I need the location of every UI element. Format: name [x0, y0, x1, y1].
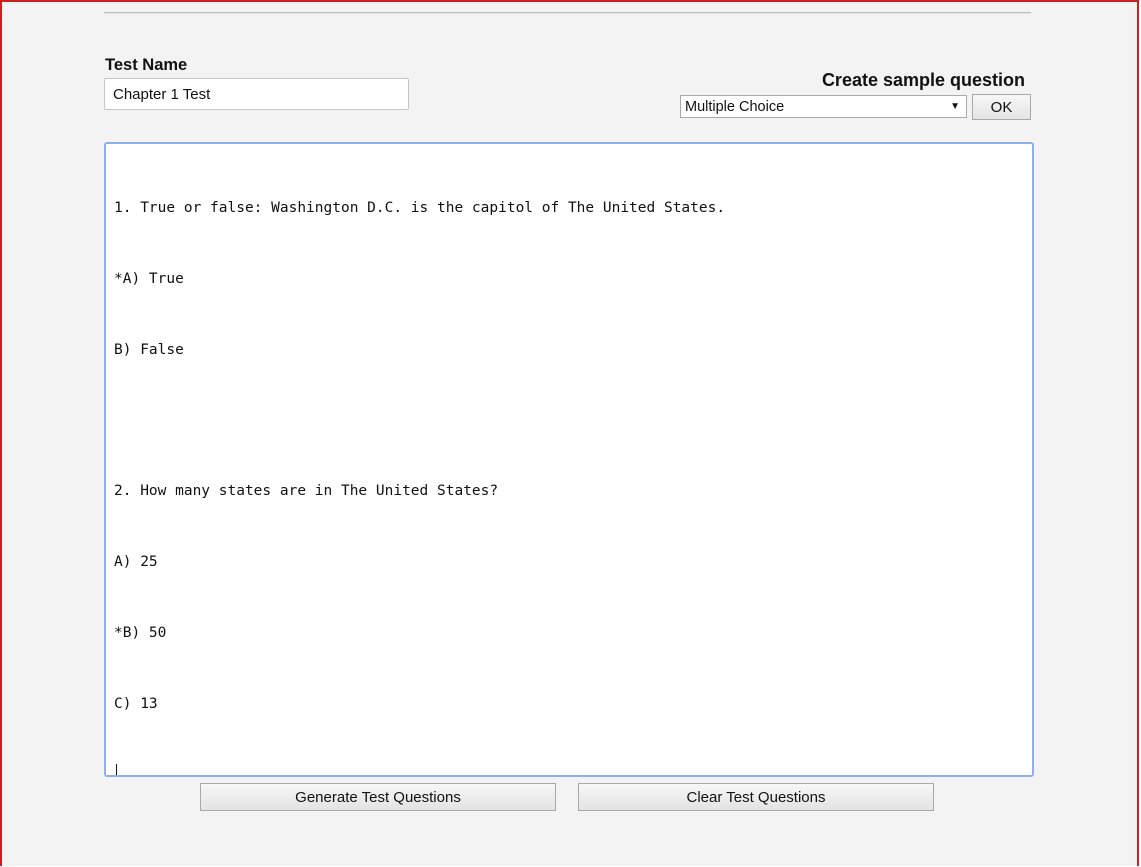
generate-test-questions-button[interactable]: Generate Test Questions: [200, 783, 556, 811]
top-divider: [104, 12, 1031, 14]
editor-line: *B) 50: [114, 624, 167, 641]
editor-line: B) False: [114, 341, 184, 358]
test-name-input[interactable]: [104, 78, 409, 110]
editor-line: 2. How many states are in The United Sta…: [114, 483, 499, 500]
editor-line: A) 25: [114, 554, 158, 571]
question-type-select[interactable]: Multiple Choice ▼: [680, 95, 967, 118]
editor-line: 1. True or false: Washington D.C. is the…: [114, 200, 726, 217]
clear-test-questions-button[interactable]: Clear Test Questions: [578, 783, 934, 811]
questions-textarea[interactable]: 1. True or false: Washington D.C. is the…: [104, 142, 1034, 777]
text-cursor: [116, 764, 117, 775]
test-name-label: Test Name: [105, 56, 188, 74]
page-frame: Test Name Create sample question Multipl…: [0, 0, 1139, 866]
editor-line: C) 13: [114, 695, 158, 712]
create-sample-question-label: Create sample question: [821, 70, 1025, 90]
editor-line: *A) True: [114, 270, 184, 287]
question-type-selected-value: Multiple Choice: [685, 98, 785, 115]
text-cursor-line: [114, 763, 1024, 775]
chevron-down-icon: ▼: [950, 101, 960, 112]
ok-button[interactable]: OK: [972, 94, 1031, 120]
